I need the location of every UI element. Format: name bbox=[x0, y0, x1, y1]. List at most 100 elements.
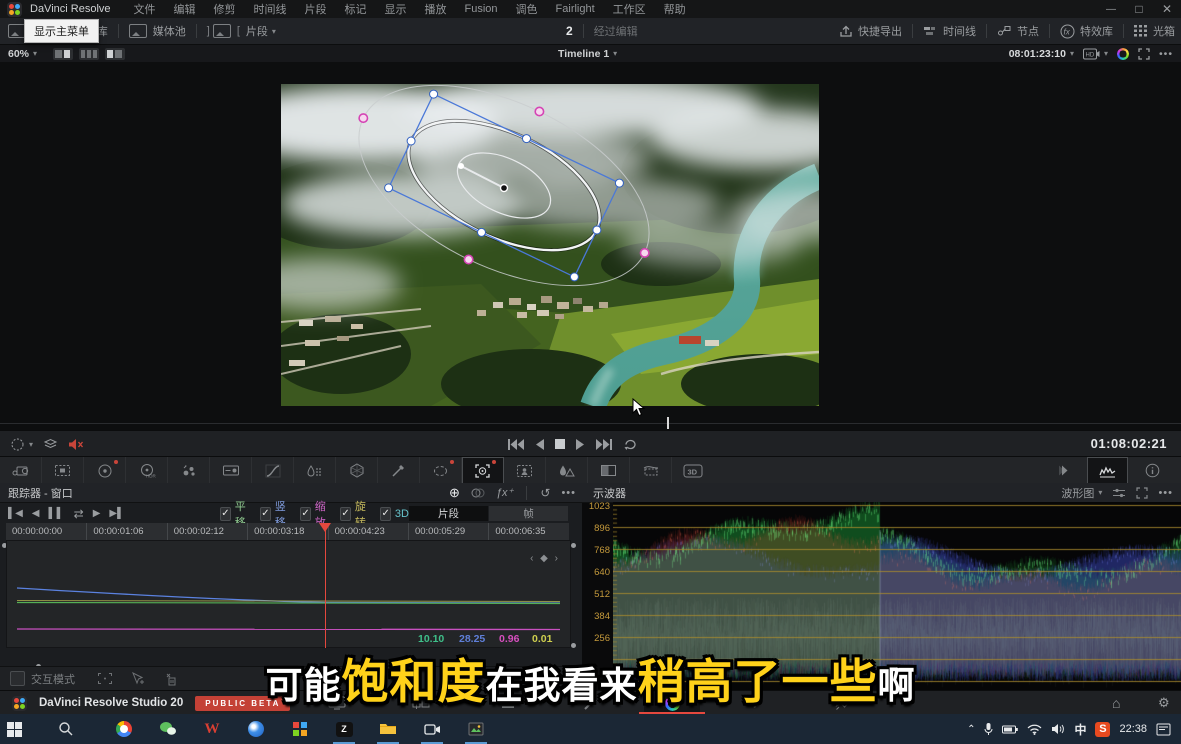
go-to-start-icon[interactable] bbox=[508, 439, 524, 450]
viewmode-grid-icon[interactable] bbox=[79, 48, 99, 60]
tool-hdr-wheels[interactable]: HDR bbox=[126, 457, 168, 484]
tab-clip[interactable]: 片段 bbox=[409, 506, 488, 521]
menu-view[interactable]: 显示 bbox=[385, 1, 407, 17]
tracker-graph[interactable] bbox=[6, 540, 571, 648]
tracker-playhead-head[interactable] bbox=[319, 523, 331, 532]
app-logo-icon[interactable] bbox=[7, 2, 22, 17]
viewer-timecode-select[interactable]: 08:01:23:10 ▾ bbox=[1009, 48, 1074, 60]
tool-stabilizer[interactable] bbox=[630, 457, 672, 484]
tracker-step-back-icon[interactable]: ◀ bbox=[32, 508, 40, 519]
quick-export-button[interactable]: 快捷导出 bbox=[839, 23, 902, 39]
scope-mode-select[interactable]: 波形图▾ bbox=[1061, 485, 1102, 501]
taskbar-explorer-icon[interactable] bbox=[376, 717, 400, 741]
menu-workspace[interactable]: 工作区 bbox=[613, 1, 646, 17]
tilt-checkbox[interactable]: ✓ bbox=[260, 507, 270, 521]
tray-battery-icon[interactable] bbox=[1002, 724, 1018, 735]
taskbar-recorder-icon[interactable] bbox=[420, 717, 444, 741]
clip-selector-button[interactable]: ] [ 片段 ▾ bbox=[207, 23, 276, 39]
tracker-options-icon[interactable]: ••• bbox=[561, 487, 576, 499]
tracker-play-icon[interactable]: ▶ bbox=[93, 508, 101, 519]
scope-options-icon[interactable]: ••• bbox=[1158, 487, 1173, 499]
taskbar-wechat-icon[interactable] bbox=[156, 717, 180, 741]
step-back-icon[interactable] bbox=[535, 439, 544, 450]
tracker-ruler[interactable]: 00:00:00:00 00:00:01:06 00:00:02:12 00:0… bbox=[6, 523, 569, 540]
pan-checkbox[interactable]: ✓ bbox=[220, 507, 230, 521]
viewer-jog-marker[interactable] bbox=[667, 417, 669, 429]
close-button[interactable]: ✕ bbox=[1153, 0, 1181, 18]
color-viewer-icon[interactable] bbox=[1117, 48, 1129, 60]
tray-notification-icon[interactable] bbox=[1156, 723, 1171, 736]
menu-help[interactable]: 帮助 bbox=[664, 1, 686, 17]
home-icon[interactable]: ⌂ bbox=[1112, 695, 1120, 711]
tracker-reset-icon[interactable]: ↺ bbox=[540, 486, 550, 500]
tray-wifi-icon[interactable] bbox=[1027, 724, 1042, 735]
menu-clip[interactable]: 片段 bbox=[305, 1, 327, 17]
menu-fusion[interactable]: Fusion bbox=[465, 3, 498, 15]
menu-mark[interactable]: 标记 bbox=[345, 1, 367, 17]
tracker-pause-icon[interactable]: ▌▌ bbox=[48, 508, 64, 519]
delete-point-icon[interactable] bbox=[163, 672, 177, 686]
tool-tracker[interactable] bbox=[462, 457, 504, 484]
tracker-target-icon[interactable]: ⊕ bbox=[449, 485, 460, 501]
tool-color-warper[interactable] bbox=[336, 457, 378, 484]
3d-checkbox[interactable]: ✓ bbox=[380, 507, 390, 521]
tracker-3d-icon[interactable] bbox=[471, 487, 485, 499]
menu-color[interactable]: 调色 bbox=[516, 1, 538, 17]
menu-fairlight[interactable]: Fairlight bbox=[556, 3, 595, 15]
tray-mic-icon[interactable] bbox=[984, 722, 993, 736]
tool-magic-mask[interactable] bbox=[504, 457, 546, 484]
maximize-button[interactable]: □ bbox=[1125, 0, 1153, 18]
lightbox-button[interactable]: 光箱 bbox=[1134, 23, 1175, 39]
viewer-mode-select[interactable]: ▾ bbox=[10, 437, 33, 452]
menu-edit[interactable]: 编辑 bbox=[174, 1, 196, 17]
expand-viewer-icon[interactable] bbox=[1138, 48, 1150, 60]
menu-playback[interactable]: 播放 bbox=[425, 1, 447, 17]
scope-settings-icon[interactable] bbox=[1112, 487, 1126, 499]
mute-audio-icon[interactable] bbox=[68, 438, 84, 451]
tracker-playhead[interactable] bbox=[325, 523, 326, 648]
tool-key[interactable] bbox=[588, 457, 630, 484]
tool-3d[interactable]: 3D bbox=[672, 457, 713, 484]
tool-color-slot[interactable] bbox=[210, 457, 252, 484]
viewer-jog-bar[interactable] bbox=[0, 423, 1181, 424]
tracker-reverse-to-start-icon[interactable]: ▌◀ bbox=[8, 508, 23, 519]
tray-ime-indicator[interactable]: 中 bbox=[1074, 721, 1086, 738]
taskbar-wps-icon[interactable]: W bbox=[200, 717, 224, 741]
taskbar-photos-icon[interactable] bbox=[464, 717, 488, 741]
menu-trim[interactable]: 修剪 bbox=[214, 1, 236, 17]
viewer-options-icon[interactable]: ••• bbox=[1159, 48, 1173, 60]
zoom-checkbox[interactable]: ✓ bbox=[300, 507, 310, 521]
viewmode-split-icon[interactable] bbox=[105, 48, 125, 60]
taskbar-app-grid-icon[interactable] bbox=[288, 717, 312, 741]
loop-icon[interactable] bbox=[623, 438, 638, 451]
nodes-panel-button[interactable]: 节点 bbox=[997, 23, 1039, 39]
tab-frame[interactable]: 帧 bbox=[489, 506, 568, 521]
info-icon[interactable] bbox=[1132, 457, 1173, 484]
stereo-icon[interactable] bbox=[1042, 457, 1083, 484]
tool-curves[interactable] bbox=[252, 457, 294, 484]
tray-clock[interactable]: 22:38 bbox=[1119, 723, 1147, 735]
tracker-fx-icon[interactable]: ƒx⁺ bbox=[496, 486, 513, 499]
play-icon[interactable] bbox=[576, 439, 585, 450]
taskbar-chrome-icon[interactable] bbox=[112, 717, 136, 741]
tracker-bidirectional-icon[interactable]: ⇄ bbox=[74, 507, 84, 521]
settings-gear-icon[interactable]: ⚙ bbox=[1158, 695, 1170, 711]
rotate-checkbox[interactable]: ✓ bbox=[340, 507, 350, 521]
tray-sogou-icon[interactable]: S bbox=[1095, 722, 1110, 737]
menu-file[interactable]: 文件 bbox=[134, 1, 156, 17]
effects-library-button[interactable]: fx 特效库 bbox=[1060, 23, 1113, 39]
tray-volume-icon[interactable] bbox=[1051, 723, 1065, 735]
tool-window[interactable] bbox=[420, 457, 462, 484]
go-to-end-icon[interactable] bbox=[596, 439, 612, 450]
search-button[interactable] bbox=[54, 717, 78, 741]
tool-eyedropper[interactable] bbox=[378, 457, 420, 484]
tool-color-match[interactable] bbox=[168, 457, 210, 484]
graph-nav-arrows[interactable]: ‹ ◆ › bbox=[530, 553, 560, 564]
camera-format-select[interactable]: HD ▾ bbox=[1083, 48, 1108, 60]
menu-timeline[interactable]: 时间线 bbox=[254, 1, 287, 17]
range-handle-right[interactable] bbox=[571, 543, 576, 548]
tracker-forward-to-end-icon[interactable]: ▶▌ bbox=[109, 508, 124, 519]
scopes-toggle-icon[interactable] bbox=[1087, 457, 1128, 484]
minimize-button[interactable]: — bbox=[1097, 0, 1125, 18]
point-select-icon[interactable] bbox=[131, 672, 145, 686]
